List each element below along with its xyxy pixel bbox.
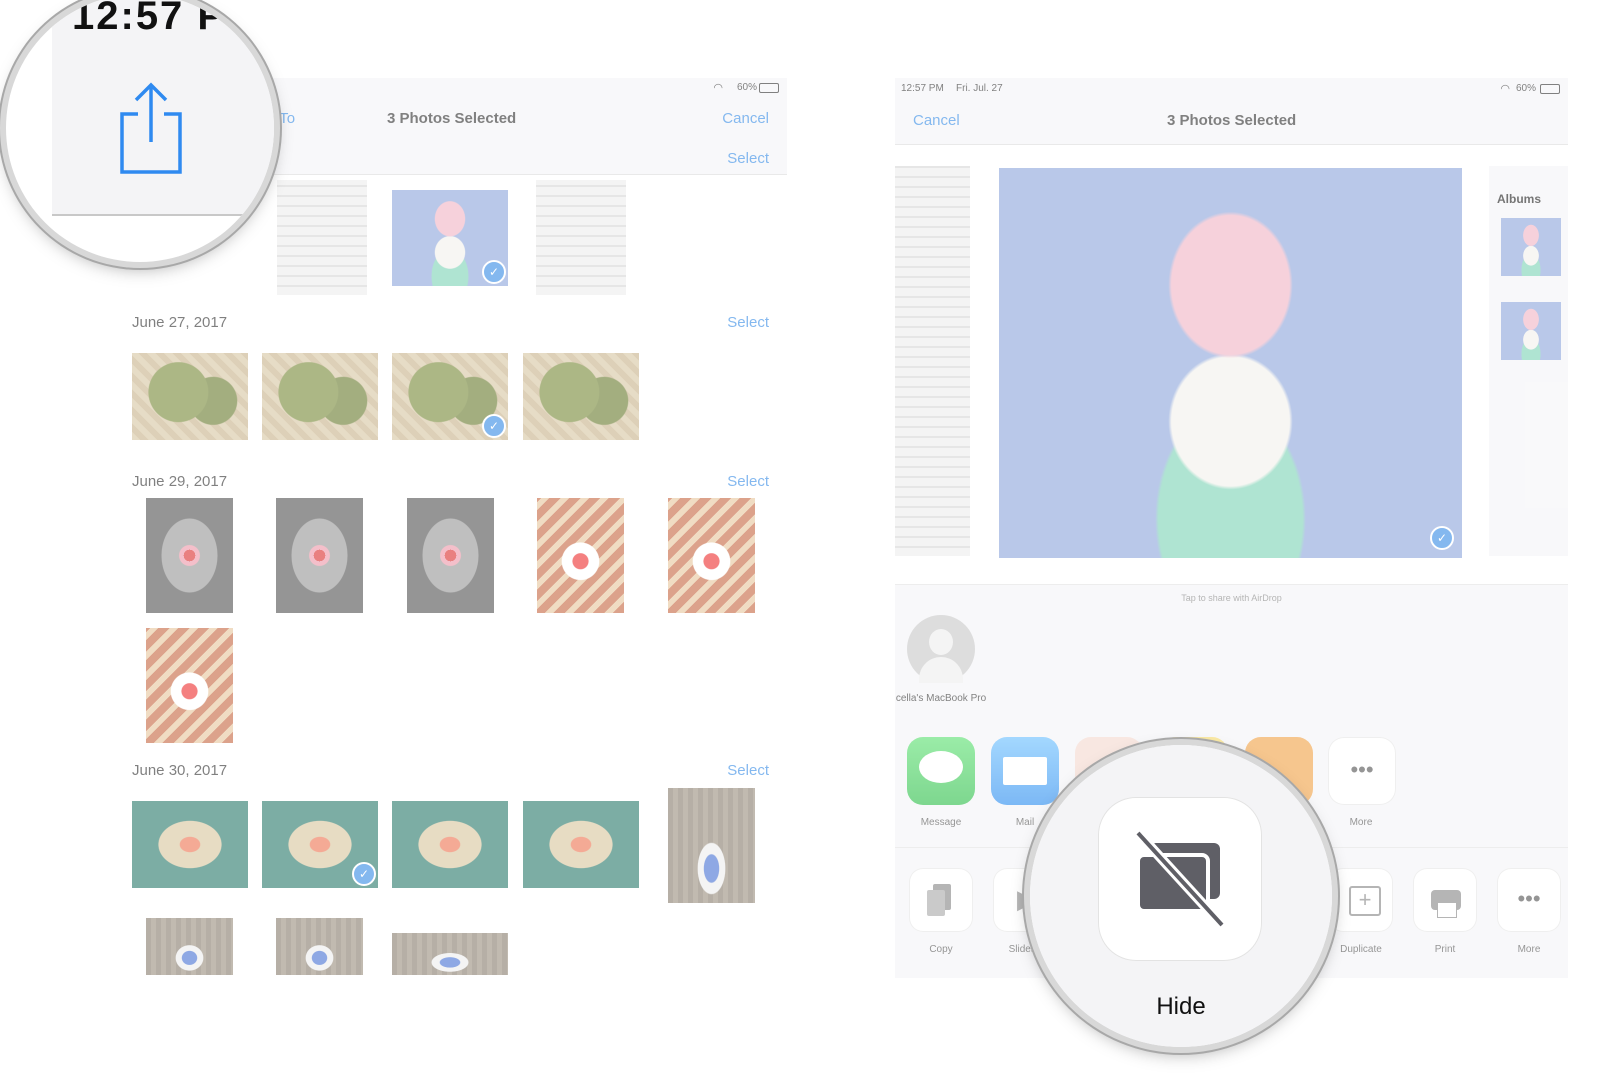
- photo-thumbnail[interactable]: [392, 801, 508, 888]
- wifi-icon: ◠: [713, 82, 723, 94]
- battery-label: 60%: [1515, 83, 1536, 94]
- selected-photo-preview[interactable]: ✓: [999, 168, 1462, 558]
- photo-thumbnail[interactable]: [537, 498, 624, 613]
- wifi-icon: ◠: [1500, 83, 1510, 95]
- section-date-june-27: June 27, 2017: [132, 314, 228, 331]
- airdrop-hint: Tap to share with AirDrop: [1181, 593, 1282, 603]
- checkmark-icon: ✓: [352, 862, 376, 886]
- photo-thumbnail[interactable]: [262, 353, 378, 440]
- photo-thumbnail[interactable]: [668, 788, 755, 903]
- album-thumbnail: [1501, 302, 1561, 360]
- more-icon[interactable]: •••: [1328, 737, 1396, 805]
- airdrop-device-name: cella's MacBook Pro: [895, 693, 987, 704]
- status-time-zoomed: 12:57 P: [72, 0, 227, 38]
- section-date-june-30: June 30, 2017: [132, 762, 228, 779]
- copy-label: Copy: [929, 944, 953, 955]
- photo-thumbnail[interactable]: [132, 353, 248, 440]
- more-actions-label: More: [1517, 944, 1541, 955]
- photo-thumbnail[interactable]: [523, 353, 639, 440]
- selection-title: 3 Photos Selected: [387, 110, 517, 127]
- adjacent-albums-preview[interactable]: Albums: [1489, 166, 1568, 556]
- status-date: Fri. Jul. 27: [956, 83, 1003, 94]
- photo-thumbnail[interactable]: [523, 801, 639, 888]
- checkmark-icon: ✓: [1430, 526, 1454, 550]
- photo-thumbnail[interactable]: [276, 918, 363, 975]
- hide-label: Hide: [1156, 993, 1206, 1020]
- photo-thumbnail[interactable]: [392, 933, 508, 975]
- cancel-button[interactable]: Cancel: [913, 112, 960, 129]
- airdrop-section: Tap to share with AirDrop cella's MacBoo…: [895, 584, 1568, 722]
- select-button-june-29[interactable]: Select: [727, 473, 769, 490]
- photo-thumbnail[interactable]: [276, 498, 363, 613]
- message-icon[interactable]: [907, 737, 975, 805]
- print-label: Print: [1434, 944, 1456, 955]
- hide-action-magnifier: Hide: [1030, 745, 1332, 1047]
- photo-thumbnail[interactable]: [536, 180, 626, 295]
- photo-thumbnail[interactable]: [132, 801, 248, 888]
- hide-button[interactable]: [1098, 797, 1262, 961]
- share-button-magnifier: 12:57 P: [6, 0, 274, 262]
- albums-label: Albums: [1497, 192, 1542, 206]
- message-label: Message: [920, 817, 962, 828]
- checkmark-icon: ✓: [482, 414, 506, 438]
- duplicate-icon[interactable]: +: [1329, 868, 1393, 932]
- photo-thumbnail-selected[interactable]: ✓: [392, 190, 508, 286]
- select-button-june-30[interactable]: Select: [727, 762, 769, 779]
- select-button-june-27[interactable]: Select: [727, 314, 769, 331]
- share-icon[interactable]: [112, 80, 190, 178]
- photo-thumbnail[interactable]: [407, 498, 494, 613]
- person-icon[interactable]: [907, 615, 975, 683]
- select-button-top[interactable]: Select: [727, 150, 769, 167]
- battery-icon: [1540, 84, 1560, 94]
- cancel-button[interactable]: Cancel: [722, 110, 769, 127]
- photo-thumbnail[interactable]: [277, 180, 367, 295]
- share-header: 12:57 PM Fri. Jul. 27 60% ◠ Cancel 3 Pho…: [895, 78, 1568, 145]
- photo-thumbnail-selected[interactable]: ✓: [262, 801, 378, 888]
- share-title: 3 Photos Selected: [1167, 112, 1297, 129]
- photo-thumbnail[interactable]: [668, 498, 755, 613]
- more-actions-icon[interactable]: •••: [1497, 868, 1561, 932]
- section-date-june-29: June 29, 2017: [132, 473, 228, 490]
- adjacent-screenshot-preview[interactable]: [895, 166, 970, 556]
- battery-label: 60%: [736, 82, 757, 93]
- print-icon[interactable]: [1413, 868, 1477, 932]
- photo-thumbnail-selected[interactable]: ✓: [392, 353, 508, 440]
- hide-icon: [1134, 829, 1226, 929]
- copy-icon[interactable]: [909, 868, 973, 932]
- album-thumbnail: [1501, 218, 1561, 276]
- photo-thumbnail[interactable]: [146, 498, 233, 613]
- photo-thumbnail[interactable]: [146, 918, 233, 975]
- photo-thumbnail[interactable]: [146, 628, 233, 743]
- status-time: 12:57 PM: [901, 83, 944, 94]
- battery-icon: [759, 83, 779, 93]
- checkmark-icon: ✓: [482, 260, 506, 284]
